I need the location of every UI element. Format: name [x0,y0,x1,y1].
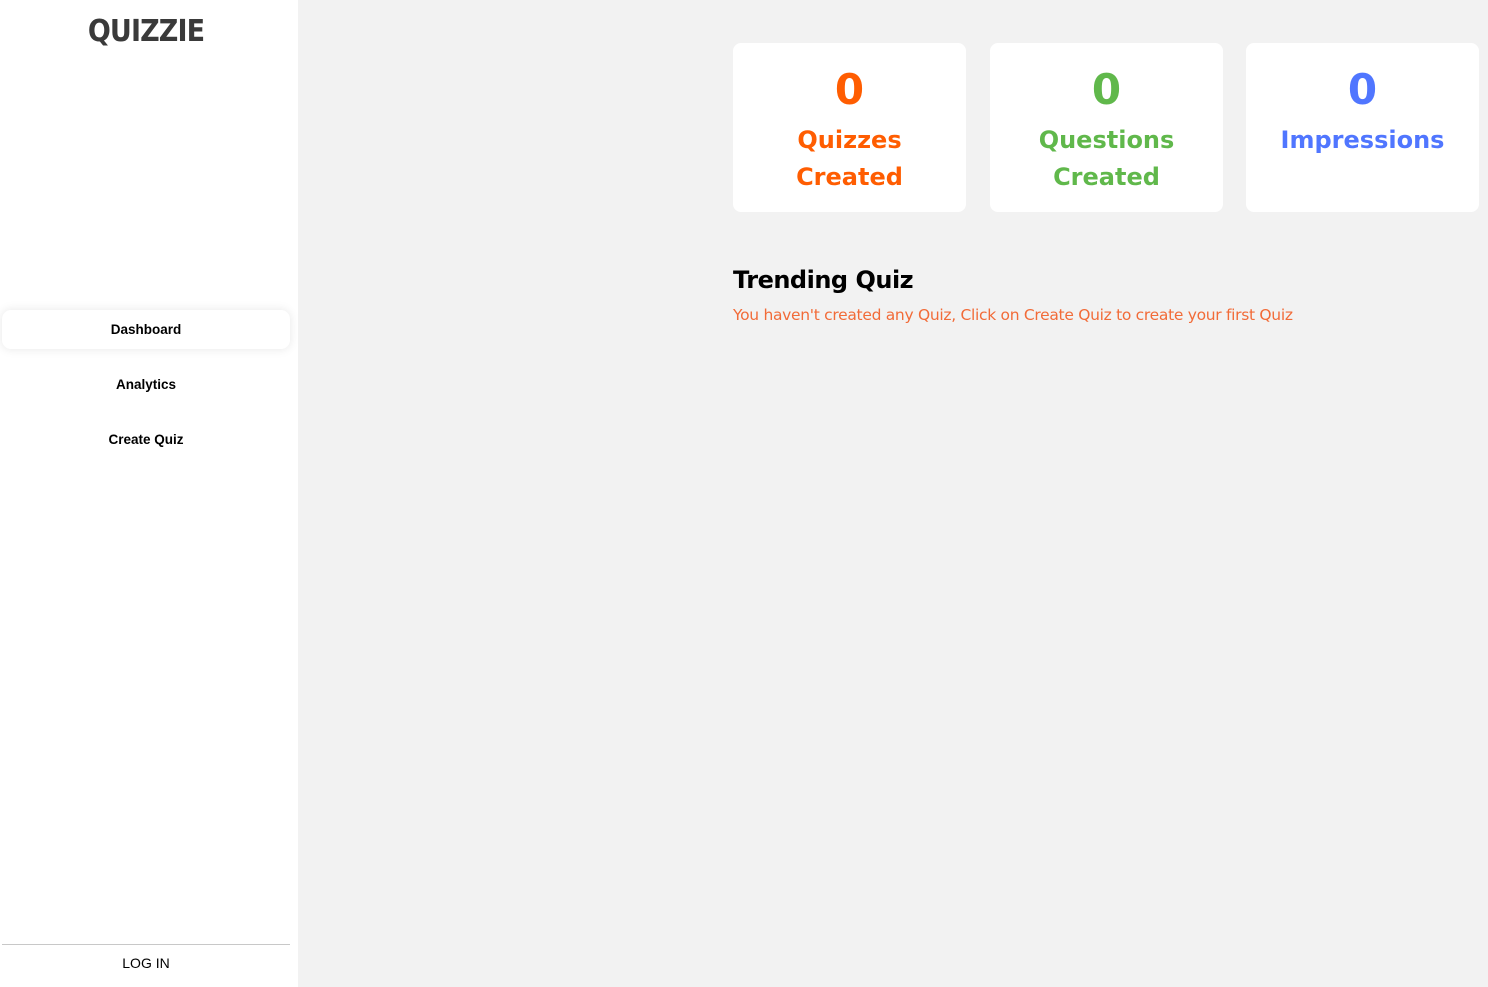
sidebar-item-create-quiz[interactable]: Create Quiz [2,420,290,459]
login-button[interactable]: LOG IN [2,952,290,974]
stat-label-questions: Questions Created [1038,126,1175,191]
sidebar-item-analytics[interactable]: Analytics [2,365,290,404]
stat-label-quizzes: Quizzes Created [796,126,903,191]
app-logo: QUIZZIE [87,14,205,49]
stat-count-questions: 0 [1091,65,1122,114]
stat-count-quizzes: 0 [834,65,865,114]
trending-quiz-title: Trending Quiz [733,266,914,294]
stat-card-questions: 0 Questions Created [990,43,1223,212]
sidebar-item-dashboard[interactable]: Dashboard [2,310,290,349]
sidebar: QUIZZIE Dashboard Analytics Create Quiz … [0,0,298,987]
sidebar-divider [2,944,290,945]
trending-empty-message: You haven't created any Quiz, Click on C… [733,306,1293,324]
stat-card-quizzes: 0 Quizzes Created [733,43,966,212]
stat-card-impressions: 0 Impressions [1246,43,1479,212]
stat-label-impressions: Impressions [1280,126,1445,154]
stat-count-impressions: 0 [1347,65,1378,114]
